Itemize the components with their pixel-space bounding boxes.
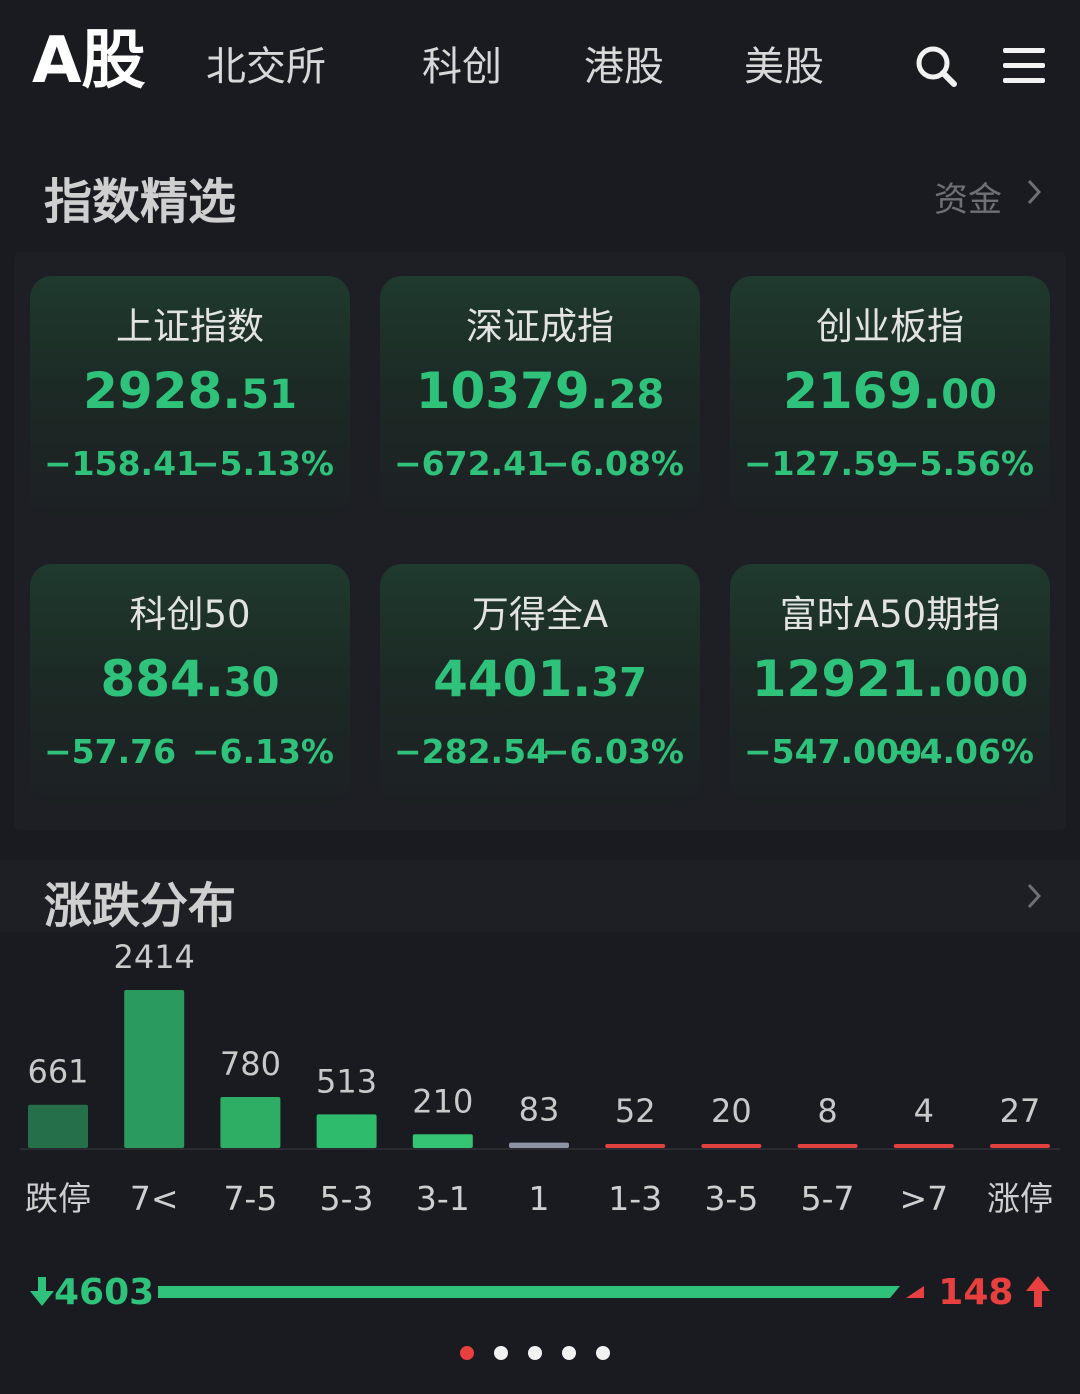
category-label: 1-3	[608, 1179, 662, 1218]
tab-hk-stocks[interactable]: 港股	[584, 40, 664, 94]
index-name: 深证成指	[466, 305, 614, 348]
index-name: 科创50	[129, 593, 251, 636]
page-dot[interactable]	[494, 1346, 508, 1360]
index-change-percent: −5.56%	[891, 444, 1034, 483]
index-value: 12921.000	[751, 650, 1029, 708]
index-card[interactable]: 富时A50期指 12921.000 −547.000 −4.06%	[730, 564, 1050, 804]
category-label: 1	[529, 1179, 550, 1218]
bar-value-label: 513	[316, 1062, 377, 1100]
bar-value-label: 4	[914, 1092, 934, 1130]
bar-value-label: 780	[220, 1045, 281, 1083]
page-indicator[interactable]	[460, 1346, 620, 1366]
index-change-percent: −6.03%	[541, 732, 684, 771]
category-label: 5-3	[320, 1179, 374, 1218]
index-value: 884.30	[100, 650, 280, 708]
index-name: 创业板指	[816, 305, 964, 348]
index-card[interactable]: 创业板指 2169.00 −127.59 −5.56%	[730, 276, 1050, 516]
bar-2	[220, 1096, 281, 1148]
index-card[interactable]: 万得全A 4401.37 −282.54 −6.03%	[380, 564, 700, 804]
ratio-bar-up	[906, 1286, 924, 1298]
bar-value-label: 661	[27, 1053, 88, 1091]
index-change-percent: −6.08%	[541, 444, 684, 483]
index-value: 2169.00	[783, 362, 997, 420]
bar-value-label: 2414	[113, 938, 194, 976]
category-label: 5-7	[801, 1179, 855, 1218]
bar-10	[990, 1144, 1050, 1148]
section-title-indices: 指数精选	[44, 174, 237, 230]
index-change: −158.41	[44, 444, 199, 483]
up-count-value: 148	[938, 1272, 1014, 1313]
page-dot[interactable]	[528, 1346, 542, 1360]
index-card[interactable]: 科创50 884.30 −57.76 −6.13%	[30, 564, 350, 804]
arrow-down-icon	[30, 1277, 54, 1306]
up-down-ratio-bar	[158, 1286, 924, 1298]
bar-value-label: 20	[711, 1092, 752, 1130]
bar-value-label: 8	[817, 1092, 837, 1130]
distribution-header[interactable]: 涨跌分布	[0, 860, 1080, 934]
bar-value-label: 83	[519, 1091, 560, 1129]
category-label: 7-5	[223, 1179, 277, 1218]
top-nav: A股 北交所 科创 港股 美股	[0, 0, 1080, 130]
distribution-chart: 661 跌停 2414 7< 780 7-5 513 5-3 210 3-1 83 1 52 1-3 20 3…	[20, 938, 1060, 1218]
index-section-header: 指数精选 资金	[0, 160, 1080, 230]
index-change: −672.41	[394, 444, 549, 483]
bar-1	[124, 990, 185, 1148]
page-dot[interactable]	[596, 1346, 610, 1360]
chevron-right-icon[interactable]	[1024, 178, 1044, 206]
bar-value-label: 210	[412, 1082, 473, 1120]
index-value: 4401.37	[433, 650, 647, 708]
menu-icon[interactable]	[1000, 42, 1048, 90]
bar-0	[28, 1104, 88, 1148]
bar-8	[797, 1144, 858, 1148]
index-name: 万得全A	[471, 593, 609, 636]
index-value: 10379.28	[415, 362, 665, 420]
index-name: 上证指数	[116, 305, 264, 348]
index-card[interactable]: 上证指数 2928.51 −158.41 −5.13%	[30, 276, 350, 516]
category-label: 3-1	[416, 1179, 470, 1218]
page-dot[interactable]	[460, 1346, 474, 1360]
index-panel: 上证指数 2928.51 −158.41 −5.13% 深证成指 10379.2…	[14, 252, 1066, 830]
category-label: 7<	[130, 1179, 179, 1218]
search-icon[interactable]	[912, 42, 960, 90]
bar-5	[509, 1142, 569, 1148]
bar-4	[412, 1134, 473, 1148]
page-dot[interactable]	[562, 1346, 576, 1360]
category-label: 跌停	[25, 1179, 91, 1218]
bar-7	[701, 1144, 762, 1148]
category-label: 涨停	[987, 1179, 1053, 1218]
index-change-percent: −4.06%	[891, 732, 1034, 771]
arrow-up-icon	[1026, 1276, 1050, 1307]
category-label: 3-5	[704, 1179, 758, 1218]
section-title-distribution: 涨跌分布	[44, 878, 237, 934]
bar-9	[893, 1144, 954, 1148]
up-count: 148	[938, 1272, 1050, 1313]
bar-value-label: 52	[615, 1092, 656, 1130]
tab-a-share[interactable]: A股	[32, 24, 146, 98]
bar-value-label: 27	[1000, 1092, 1041, 1130]
tab-us-stocks[interactable]: 美股	[744, 40, 824, 94]
index-change-percent: −6.13%	[191, 732, 334, 771]
index-change-percent: −5.13%	[191, 444, 334, 483]
bar-3	[316, 1114, 377, 1148]
index-name: 富时A50期指	[779, 593, 1001, 636]
index-change: −57.76	[44, 732, 177, 771]
down-count-value: 4603	[54, 1272, 155, 1313]
category-label: >7	[899, 1179, 948, 1218]
index-change: −127.59	[744, 444, 899, 483]
fund-flow-link[interactable]: 资金	[934, 172, 1002, 221]
chevron-right-icon[interactable]	[1024, 882, 1044, 910]
bar-6	[605, 1144, 666, 1148]
index-card[interactable]: 深证成指 10379.28 −672.41 −6.08%	[380, 276, 700, 516]
down-count: 4603	[30, 1272, 154, 1313]
tab-bse[interactable]: 北交所	[206, 40, 326, 94]
index-value: 2928.51	[83, 362, 297, 420]
tab-star-market[interactable]: 科创	[422, 40, 502, 94]
ratio-bar-down	[158, 1286, 900, 1298]
index-change: −282.54	[394, 732, 549, 771]
